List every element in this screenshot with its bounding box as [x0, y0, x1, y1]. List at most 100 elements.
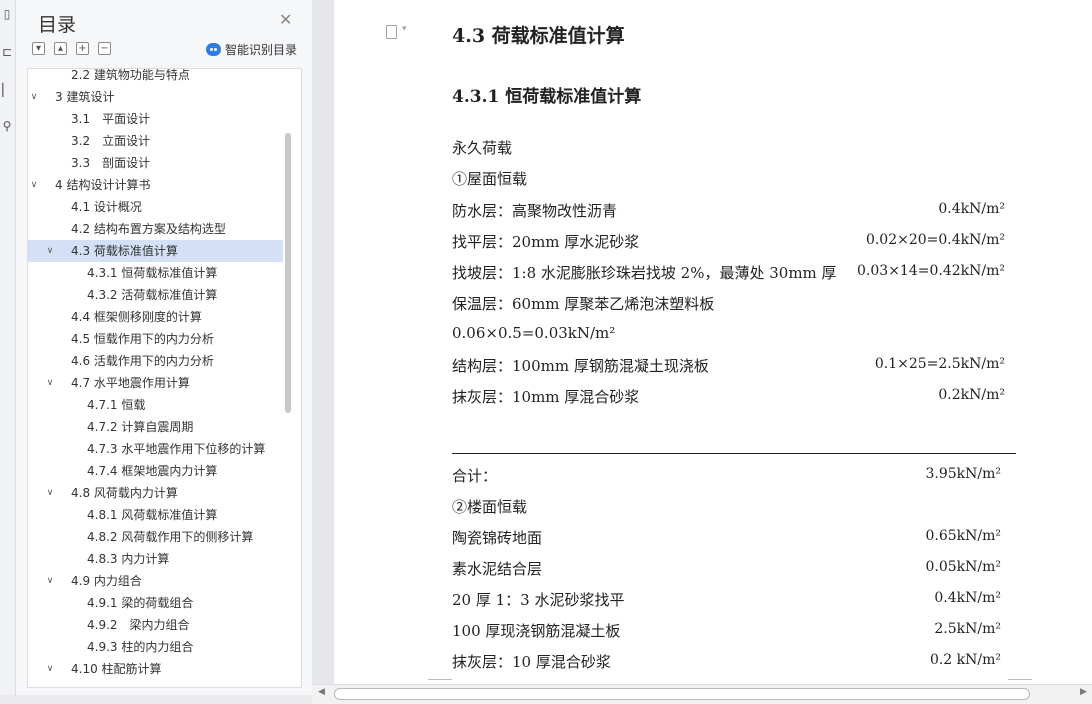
document-menu-icon[interactable]: ▾ [386, 24, 412, 40]
toc-item[interactable]: 3.2 立面设计 [28, 130, 283, 152]
nav-toolbar: ▾ ▴ + − [32, 42, 111, 58]
smart-recognize-button[interactable]: 智能识别目录 [206, 41, 297, 57]
toc-item-label: 4.7.2 计算自震周期 [87, 420, 194, 434]
toc-item[interactable]: 4.7.3 水平地震作用下位移的计算 [28, 438, 283, 460]
chevron-down-icon[interactable]: ∨ [45, 658, 55, 680]
toc-item[interactable]: 4.9.1 梁的荷载组合 [28, 592, 283, 614]
floor-row-value: 0.4kN/m² [934, 590, 1001, 606]
toc-item[interactable]: 4.7.2 计算自震周期 [28, 416, 283, 438]
horizontal-scrollbar[interactable]: ◀ ▶ [312, 684, 1092, 704]
toc-item-label: 4.7.3 水平地震作用下位移的计算 [87, 442, 266, 456]
toc-item[interactable]: 4.3.1 恒荷载标准值计算 [28, 262, 283, 284]
toc-item[interactable]: ∨ 4.7 水平地震作用计算 [28, 372, 283, 394]
toc-item[interactable]: ∨ 4.10 柱配筋计算 [28, 658, 283, 680]
close-icon[interactable]: ✕ [279, 10, 292, 29]
toc-item[interactable]: 4.7.4 框架地震内力计算 [28, 460, 283, 482]
toc-item-label: 4 结构设计计算书 [55, 178, 151, 192]
left-icon-rail: ▯ ⊏ ▏ ⚲ [0, 0, 16, 704]
toc-item[interactable]: 2.2 建筑物功能与特点 [28, 68, 283, 86]
heading-2: 4.3.1 恒荷载标准值计算 [452, 87, 642, 107]
floor-row-value: 2.5kN/m² [934, 621, 1001, 637]
expand-all-icon[interactable]: ▴ [54, 42, 67, 55]
outline-icon[interactable]: ▯ [0, 6, 14, 22]
roof-row-label: 0.06×0.5=0.03kN/m² [452, 324, 616, 342]
floor-row-value: 0.2 kN/m² [929, 652, 1001, 668]
bookmark-icon[interactable]: ▏ [0, 82, 14, 98]
heading-1: 4.3 荷载标准值计算 [452, 25, 625, 47]
floor-row-label: 100 厚现浇钢筋混凝土板 [452, 622, 621, 640]
chevron-down-icon[interactable]: ∨ [45, 372, 55, 394]
toc-item-label: 4.10 柱配筋计算 [71, 662, 162, 676]
roof-row-label: 结构层：100mm 厚钢筋混凝土现浇板 [452, 357, 709, 375]
toc-item[interactable]: 3.1 平面设计 [28, 108, 283, 130]
toc-item[interactable]: 4.7.1 恒载 [28, 394, 283, 416]
horizontal-scroll-thumb[interactable] [334, 688, 1030, 700]
toc-item-label: 2.2 建筑物功能与特点 [71, 68, 190, 82]
total-label: 合计： [452, 467, 498, 485]
toc-item[interactable]: 4.4 框架侧移刚度的计算 [28, 306, 283, 328]
scroll-right-icon[interactable]: ▶ [1080, 687, 1087, 697]
toc-item[interactable]: 4.1 设计概况 [28, 196, 283, 218]
chevron-down-icon[interactable]: ∨ [45, 240, 55, 262]
toc-item[interactable]: ∨ 3 建筑设计 [28, 86, 283, 108]
floor-row-label: 素水泥结合层 [452, 560, 543, 578]
page-icon[interactable]: ⊏ [0, 44, 14, 60]
chevron-down-icon[interactable]: ∨ [45, 482, 55, 504]
floor-row-label: 抹灰层：10 厚混合砂浆 [452, 653, 611, 671]
chevron-down-icon[interactable]: ∨ [45, 570, 55, 592]
toc-item[interactable]: 4.9.3 柱的内力组合 [28, 636, 283, 658]
sheet-icon [386, 25, 397, 39]
toc-scrollbar[interactable] [285, 133, 291, 413]
toc-item-label: 4.8.2 风荷载作用下的侧移计算 [87, 530, 254, 544]
toc-item-label: 4.3.2 活荷载标准值计算 [87, 288, 218, 302]
roof-row-label: 找坡层：1:8 水泥膨胀珍珠岩找坡 2%，最薄处 30mm 厚 [452, 264, 837, 282]
crop-mark [1008, 679, 1032, 680]
document-page [334, 0, 1092, 684]
toc-item[interactable]: 3.3 剖面设计 [28, 152, 283, 174]
toc-item[interactable]: 4.2 结构布置方案及结构选型 [28, 218, 283, 240]
toc-item-label: 3 建筑设计 [55, 90, 115, 104]
total-divider [452, 453, 1016, 454]
chevron-down-icon[interactable]: ∨ [29, 174, 39, 196]
floor-row-label: 20 厚 1：3 水泥砂浆找平 [452, 591, 625, 609]
roof-row-label: 找平层：20mm 厚水泥砂浆 [452, 233, 640, 251]
roof-row-value: 0.2kN/m² [938, 387, 1005, 403]
toc-item-label: 4.2 结构布置方案及结构选型 [71, 222, 226, 236]
remove-heading-icon[interactable]: − [98, 42, 111, 55]
roof-row-label: 防水层：高聚物改性沥青 [452, 202, 618, 220]
floor-row-label: 陶瓷锦砖地面 [452, 529, 543, 547]
roof-row-label: 保温层：60mm 厚聚苯乙烯泡沫塑料板 [452, 295, 715, 313]
total-value: 3.95kN/m² [925, 466, 1001, 482]
toc-item-label: 4.3 荷载标准值计算 [71, 244, 178, 258]
collapse-all-icon[interactable]: ▾ [32, 42, 45, 55]
toc-item[interactable]: ∨ 4.3 荷载标准值计算 [28, 240, 283, 262]
toc-item[interactable]: 4.9.2 梁内力组合 [28, 614, 283, 636]
scroll-left-icon[interactable]: ◀ [318, 687, 325, 697]
toc-item-label: 4.9.2 梁内力组合 [87, 618, 190, 632]
roof-row-value: 0.4kN/m² [938, 201, 1005, 217]
toc-item[interactable]: 4.5 恒载作用下的内力分析 [28, 328, 283, 350]
paragraph-permanent-load: 永久荷载 [452, 139, 513, 157]
floor-row-value: 0.65kN/m² [925, 528, 1001, 544]
toc-item[interactable]: ∨ 4.8 风荷载内力计算 [28, 482, 283, 504]
add-heading-icon[interactable]: + [76, 42, 89, 55]
roof-row-label: 抹灰层：10mm 厚混合砂浆 [452, 388, 640, 406]
roof-row-value: 0.03×14=0.42kN/m² [857, 263, 1005, 279]
toc-item-label: 4.7 水平地震作用计算 [71, 376, 190, 390]
roof-load-title: ①屋面恒载 [452, 170, 528, 188]
toc-item-label: 4.8.3 内力计算 [87, 552, 170, 566]
toc-item[interactable]: ∨ 4.9 内力组合 [28, 570, 283, 592]
roof-row-value: 0.1×25=2.5kN/m² [874, 356, 1005, 372]
chevron-down-icon: ▾ [402, 24, 407, 34]
toc-item[interactable]: 4.8.3 内力计算 [28, 548, 283, 570]
chevron-down-icon[interactable]: ∨ [29, 86, 39, 108]
toc-item-label: 4.1 设计概况 [71, 200, 142, 214]
toc-item[interactable]: 4.3.2 活荷载标准值计算 [28, 284, 283, 306]
toc-item[interactable]: 4.6 活载作用下的内力分析 [28, 350, 283, 372]
toc-item-label: 3.1 平面设计 [71, 112, 151, 126]
toc-item[interactable]: ∨ 4 结构设计计算书 [28, 174, 283, 196]
toc-item[interactable]: 4.8.2 风荷载作用下的侧移计算 [28, 526, 283, 548]
search-icon[interactable]: ⚲ [0, 118, 14, 134]
toc-item-label: 4.9.3 柱的内力组合 [87, 640, 194, 654]
toc-item[interactable]: 4.8.1 风荷载标准值计算 [28, 504, 283, 526]
